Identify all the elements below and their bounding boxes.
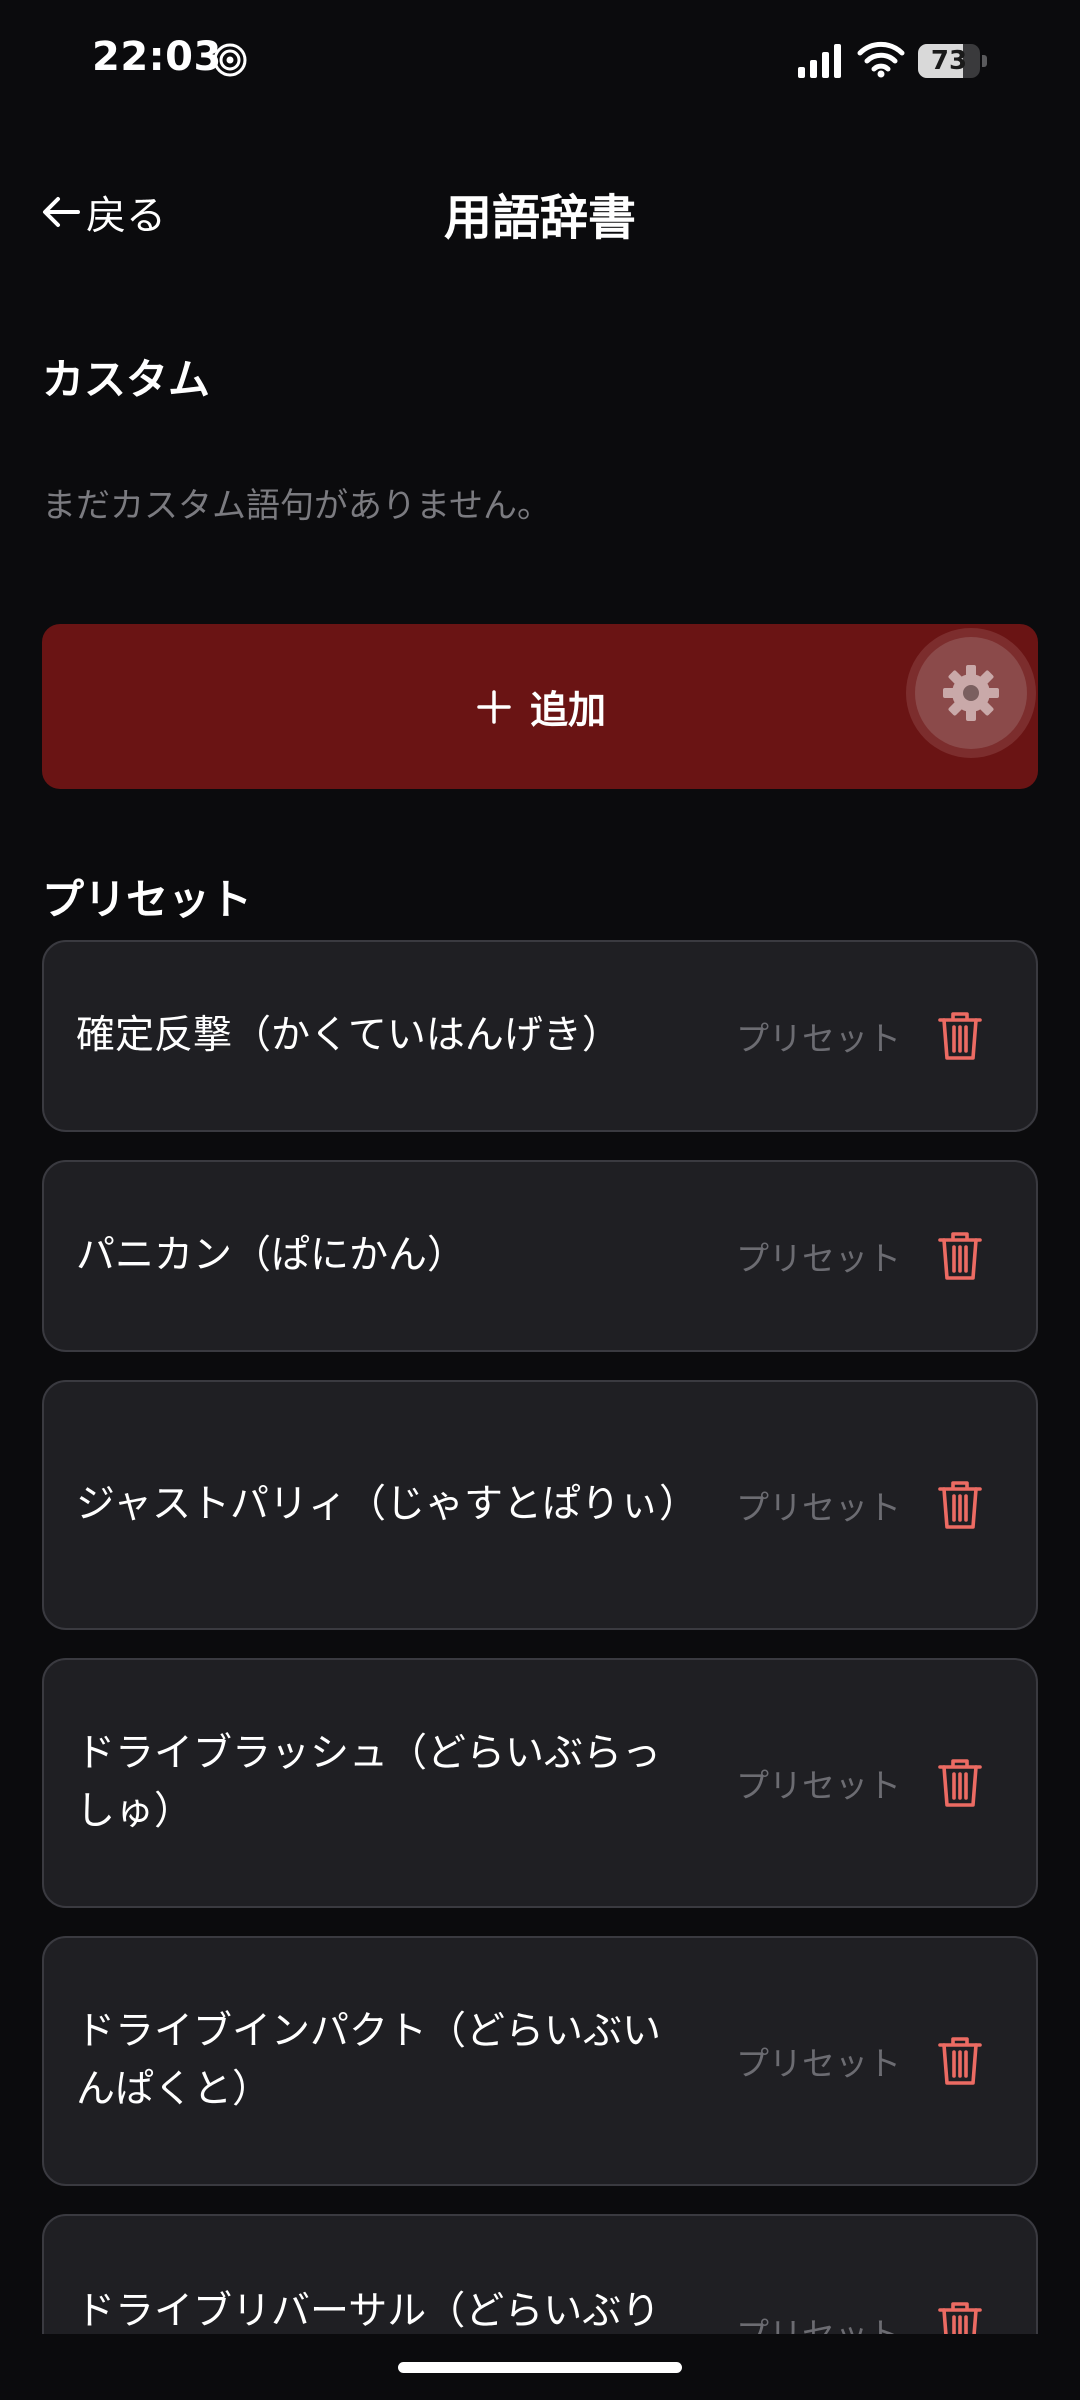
wifi-icon xyxy=(857,41,905,78)
home-indicator[interactable] xyxy=(398,2362,682,2373)
gear-icon xyxy=(943,665,999,721)
preset-tag: プリセット xyxy=(736,1766,901,1805)
preset-item: パニカン（ぱにかん） プリセット xyxy=(42,1160,1038,1352)
status-bar: 22:03 73 xyxy=(0,0,1080,120)
preset-term: ドライブラッシュ（どらいぶらっしゅ） xyxy=(76,1731,662,1834)
battery-body: 73 xyxy=(918,44,980,78)
preset-tag: プリセット xyxy=(736,2044,901,2083)
signal-icon xyxy=(798,44,841,78)
focus-icon xyxy=(213,43,247,77)
preset-section-title: プリセット xyxy=(42,875,253,924)
settings-button-inner xyxy=(915,637,1027,749)
preset-item: ドライブインパクト（どらいぶいんぱくと） プリセット xyxy=(42,1936,1038,2186)
preset-term: ドライブインパクト（どらいぶいんぱくと） xyxy=(76,2009,662,2112)
preset-term: 確定反撃（かくていはんげき） xyxy=(76,1013,621,1058)
add-term-button[interactable]: 追加 xyxy=(42,624,1038,789)
trash-icon[interactable] xyxy=(937,1480,983,1530)
trash-icon[interactable] xyxy=(937,2036,983,2086)
term-dictionary-screen: 22:03 73 戻る 用語辞書 カスタム まだカスタム語句がありません。 追加… xyxy=(0,0,1080,2400)
add-button-label: 追加 xyxy=(529,688,606,732)
preset-item: ジャストパリィ（じゃすとぱりぃ） プリセット xyxy=(42,1380,1038,1630)
custom-empty-text: まだカスタム語句がありません。 xyxy=(42,486,551,526)
preset-tag: プリセット xyxy=(736,1019,901,1058)
trash-icon[interactable] xyxy=(937,1758,983,1808)
battery-cap xyxy=(982,55,987,67)
preset-item: ドライブラッシュ（どらいぶらっしゅ） プリセット xyxy=(42,1658,1038,1908)
preset-term: ジャストパリィ（じゃすとぱりぃ） xyxy=(76,1482,699,1527)
status-time: 22:03 xyxy=(92,34,222,80)
preset-tag: プリセット xyxy=(736,1239,901,1278)
preset-item: 確定反撃（かくていはんげき） プリセット xyxy=(42,940,1038,1132)
trash-icon[interactable] xyxy=(937,1231,983,1281)
trash-icon[interactable] xyxy=(937,1011,983,1061)
battery-icon: 73 xyxy=(918,44,988,78)
preset-tag: プリセット xyxy=(736,1488,901,1527)
preset-term: ドライブリバーサル（どらいぶり xyxy=(76,2289,661,2334)
settings-button[interactable] xyxy=(906,628,1036,758)
preset-term: パニカン（ぱにかん） xyxy=(76,1233,467,1278)
plus-icon xyxy=(477,689,511,724)
page-title: 用語辞書 xyxy=(443,190,636,246)
battery-level: 73 xyxy=(930,46,968,76)
custom-section-title: カスタム xyxy=(42,355,211,404)
